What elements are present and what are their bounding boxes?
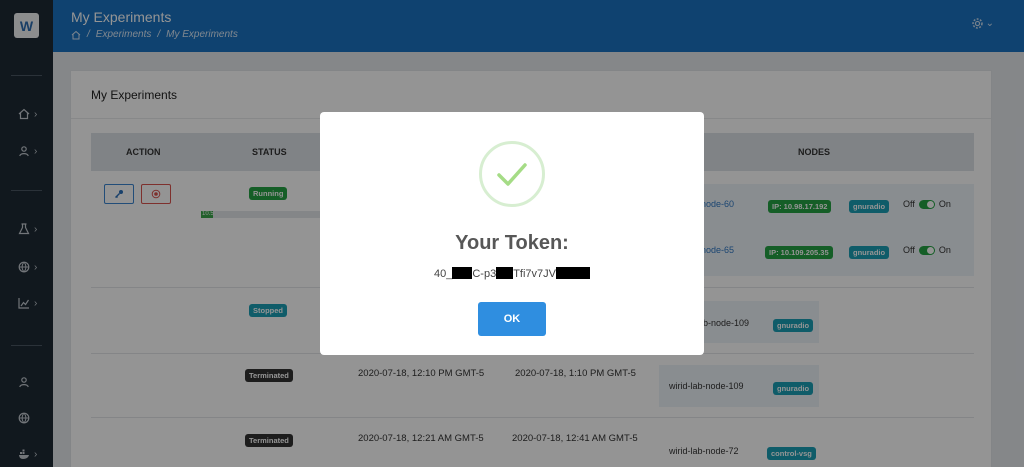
token-dialog: Your Token: 40_ C-p3 Tfi7v7JV OK xyxy=(320,112,704,355)
token-value[interactable]: 40_ C-p3 Tfi7v7JV xyxy=(320,267,704,280)
redaction-block xyxy=(496,267,514,279)
redaction-block xyxy=(556,267,590,279)
redaction-block xyxy=(452,267,473,279)
token-part: C-p3 xyxy=(472,268,497,280)
dialog-title: Your Token: xyxy=(455,232,569,254)
token-part: 40_ xyxy=(434,268,453,280)
token-part: Tfi7v7JV xyxy=(513,268,556,280)
success-icon xyxy=(479,141,545,207)
ok-button[interactable]: OK xyxy=(478,302,546,336)
